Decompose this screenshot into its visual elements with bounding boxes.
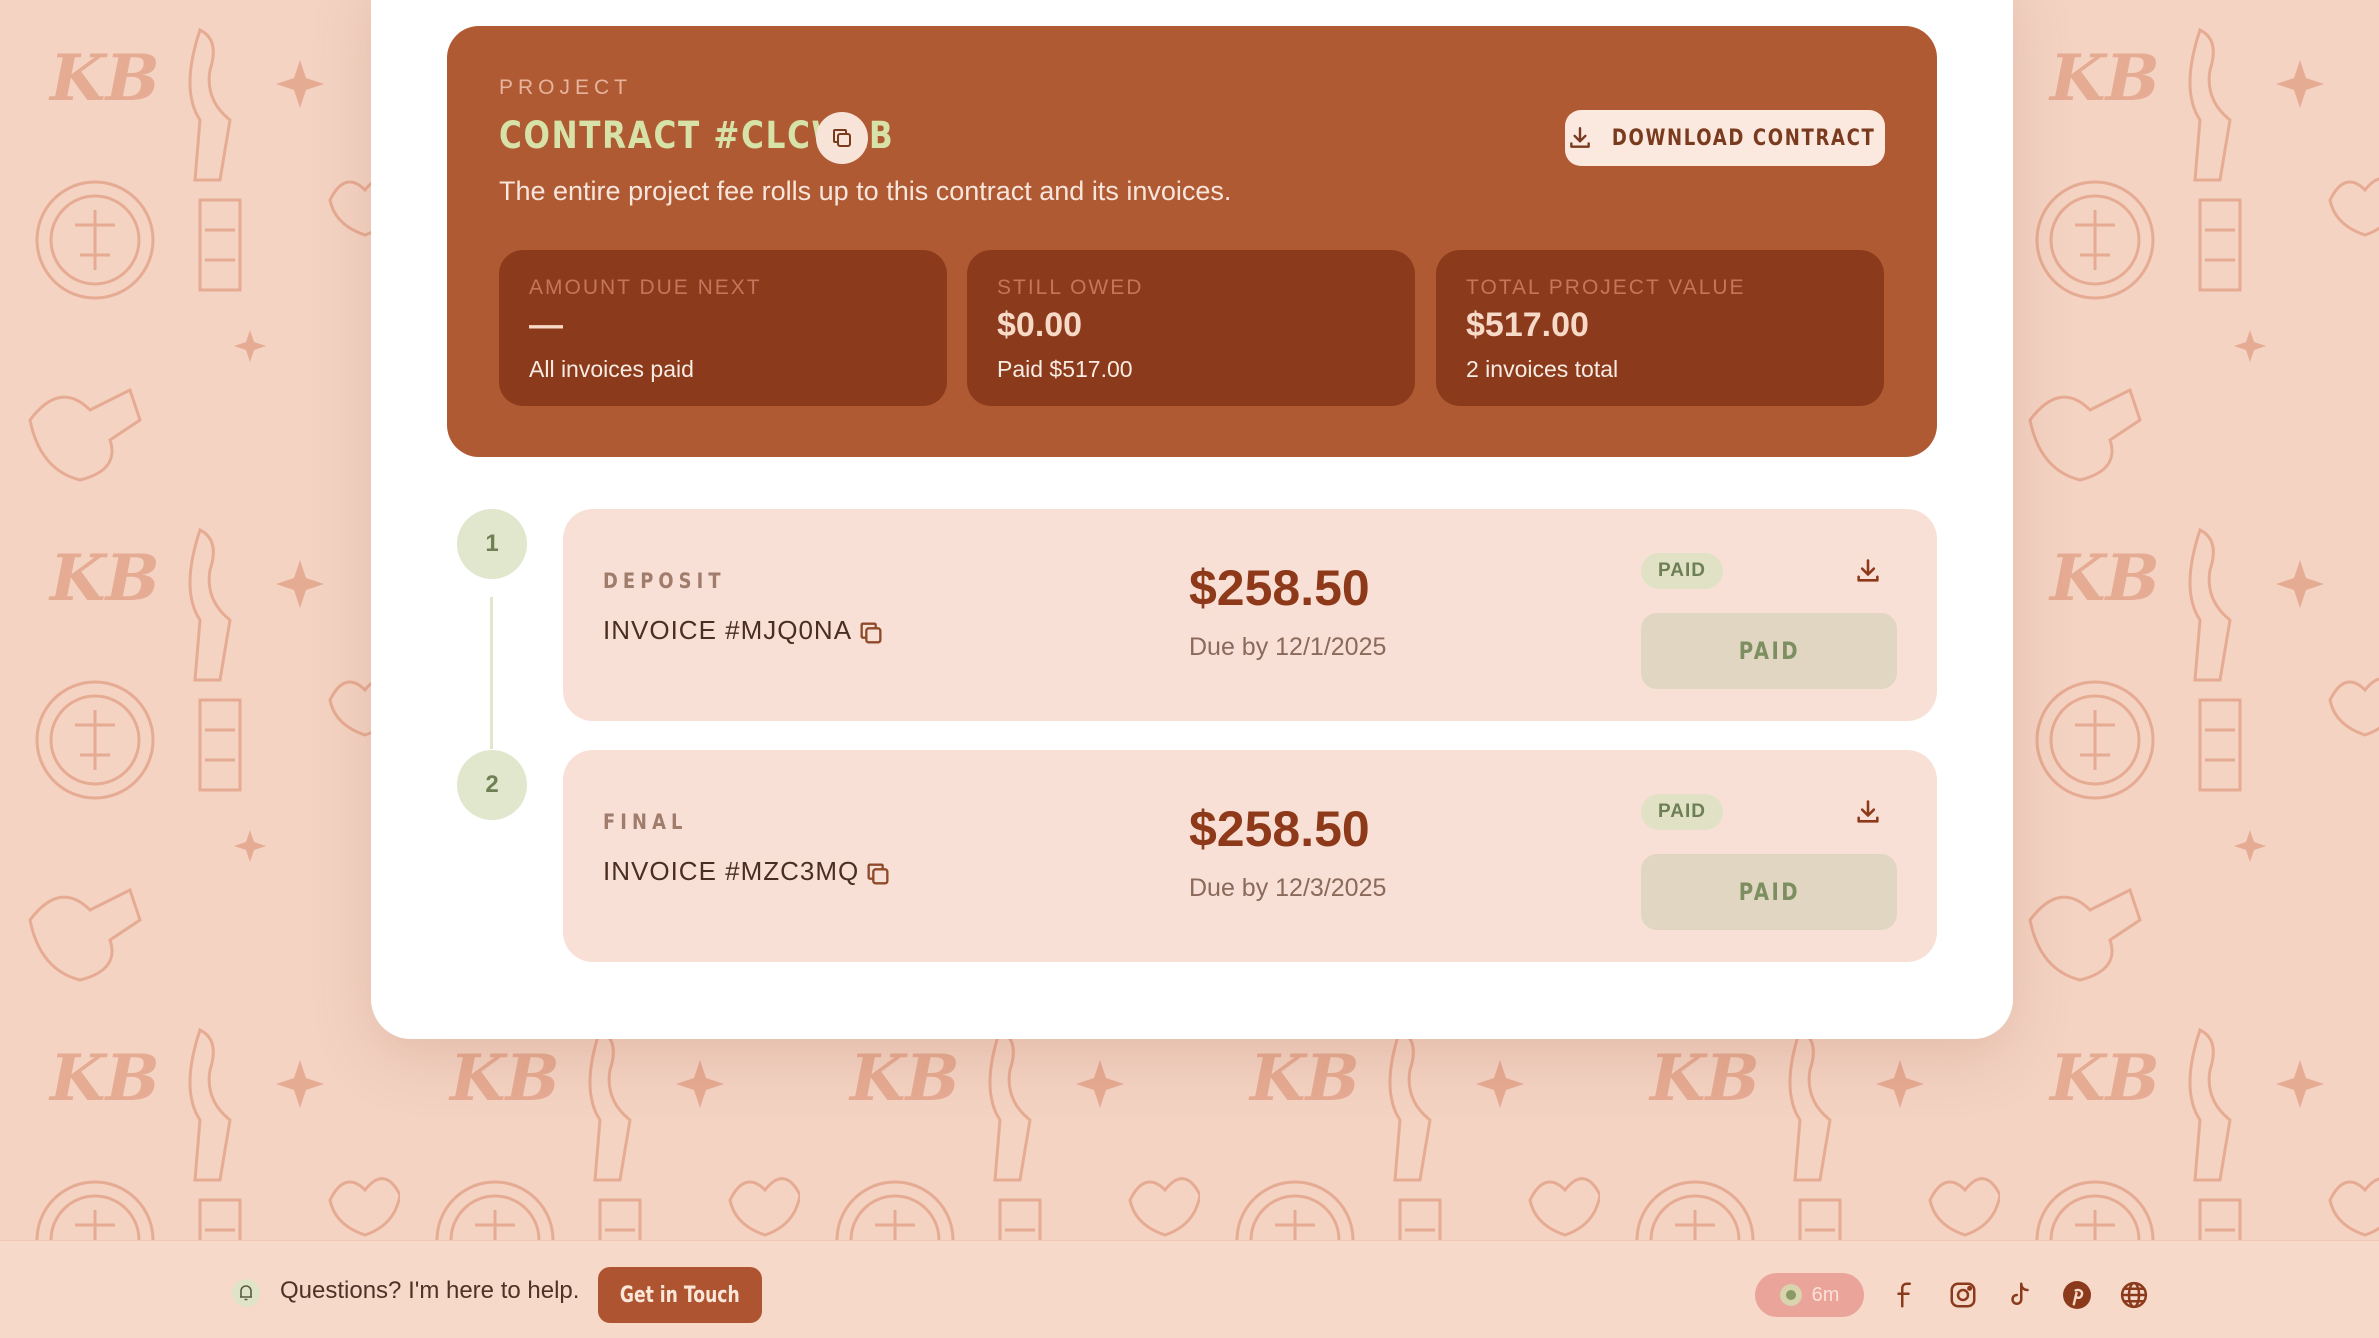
paid-button[interactable]: PAID xyxy=(1641,613,1897,689)
copy-icon xyxy=(833,129,851,147)
session-timer[interactable]: 6m xyxy=(1755,1273,1864,1317)
invoice-kind: FINAL xyxy=(603,810,688,834)
download-invoice-button[interactable] xyxy=(1850,553,1886,589)
copy-icon xyxy=(867,863,889,885)
stat-value: — xyxy=(529,306,563,344)
invoice-number: INVOICE #MZC3MQ xyxy=(603,856,860,886)
download-icon xyxy=(1857,800,1879,823)
download-icon xyxy=(1857,559,1879,582)
get-in-touch-button[interactable]: Get in Touch xyxy=(598,1267,762,1323)
stat-label: TOTAL PROJECT VALUE xyxy=(1466,276,1746,299)
facebook-icon[interactable] xyxy=(1886,1275,1926,1315)
download-contract-label: DOWNLOAD CONTRACT xyxy=(1612,125,1876,151)
stat-total-project-value: TOTAL PROJECT VALUE $517.00 2 invoices t… xyxy=(1436,250,1884,406)
invoice-amount: $258.50 xyxy=(1189,560,1370,616)
help-bell-icon xyxy=(230,1277,262,1309)
stat-still-owed: STILL OWED $0.00 Paid $517.00 xyxy=(967,250,1415,406)
stat-sub: All invoices paid xyxy=(529,356,694,382)
stat-sub: 2 invoices total xyxy=(1466,356,1619,382)
help-text: Questions? I'm here to help. xyxy=(280,1277,580,1304)
stat-label: STILL OWED xyxy=(997,276,1144,299)
invoice-card-deposit: DEPOSIT INVOICE #MJQ0NA $258.50 Due by 1… xyxy=(563,509,1937,721)
pinterest-icon[interactable] xyxy=(2057,1275,2097,1315)
stat-amount-due-next: AMOUNT DUE NEXT — All invoices paid xyxy=(499,250,947,406)
invoice-card-final: FINAL INVOICE #MZC3MQ $258.50 Due by 12/… xyxy=(563,750,1937,962)
copy-icon xyxy=(860,622,882,644)
invoice-kind: DEPOSIT xyxy=(603,569,726,593)
stat-value: $0.00 xyxy=(997,306,1083,344)
project-panel: PROJECT CONTRACT #CLCWLB The entire proj… xyxy=(447,26,1937,457)
stat-sub: Paid $517.00 xyxy=(997,356,1133,382)
timer-text: 6m xyxy=(1811,1283,1840,1306)
project-subtitle: The entire project fee rolls up to this … xyxy=(499,176,1232,206)
copy-contract-button[interactable] xyxy=(816,112,868,164)
paid-button-label: PAID xyxy=(1738,637,1800,665)
step-marker: 2 xyxy=(457,750,527,820)
get-in-touch-label: Get in Touch xyxy=(620,1282,740,1308)
timer-status-icon xyxy=(1779,1284,1802,1306)
copy-invoice-button[interactable] xyxy=(855,617,887,649)
step-marker: 1 xyxy=(457,509,527,579)
instagram-icon[interactable] xyxy=(1943,1275,1983,1315)
download-contract-button[interactable]: DOWNLOAD CONTRACT xyxy=(1565,110,1885,166)
status-badge: PAID xyxy=(1641,553,1723,589)
paid-button[interactable]: PAID xyxy=(1641,854,1897,930)
download-invoice-button[interactable] xyxy=(1850,794,1886,830)
download-icon xyxy=(1570,127,1591,148)
invoice-due-date: Due by 12/1/2025 xyxy=(1189,633,1387,661)
copy-invoice-button[interactable] xyxy=(862,858,894,890)
status-badge: PAID xyxy=(1641,794,1723,830)
stat-label: AMOUNT DUE NEXT xyxy=(529,276,762,299)
project-eyebrow: PROJECT xyxy=(499,76,633,99)
invoice-due-date: Due by 12/3/2025 xyxy=(1189,874,1387,902)
stat-value: $517.00 xyxy=(1466,306,1589,344)
invoice-number: INVOICE #MJQ0NA xyxy=(603,615,853,645)
globe-icon[interactable] xyxy=(2114,1275,2154,1315)
footer-bar: Questions? I'm here to help. Get in Touc… xyxy=(0,1240,2379,1338)
paid-button-label: PAID xyxy=(1738,878,1800,906)
tiktok-icon[interactable] xyxy=(2000,1275,2040,1315)
timeline-connector xyxy=(490,597,493,749)
invoice-amount: $258.50 xyxy=(1189,801,1370,857)
